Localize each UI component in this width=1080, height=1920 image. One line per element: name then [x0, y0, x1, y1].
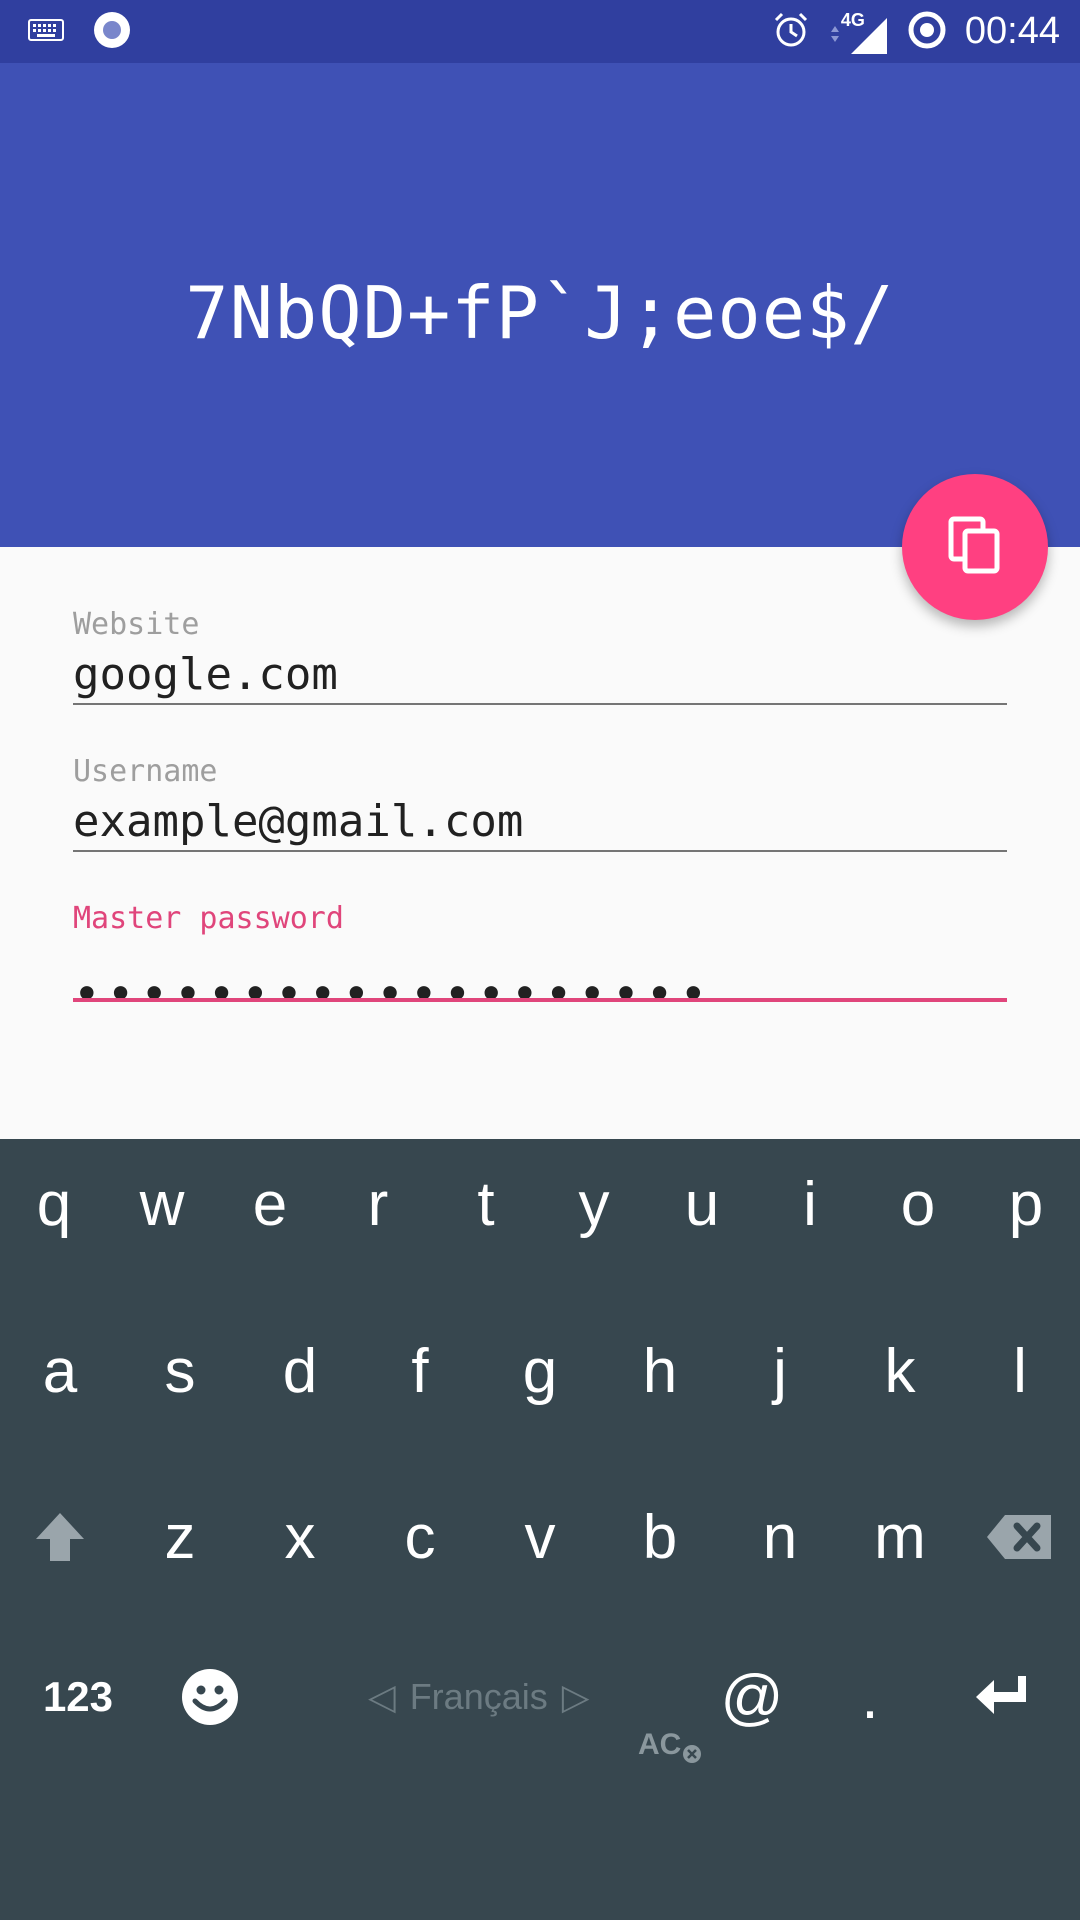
master-password-field[interactable]: Master password •••••••••••••••••••: [73, 901, 1007, 1051]
key-j[interactable]: j: [726, 1306, 834, 1436]
key-e[interactable]: e: [216, 1139, 324, 1269]
key-a[interactable]: a: [6, 1306, 114, 1436]
spacebar-key[interactable]: ◁ Français ▷: [368, 1632, 589, 1762]
key-i[interactable]: i: [756, 1139, 864, 1269]
soft-keyboard: q w e r t y u i o p a s d f g h j k l z …: [0, 1139, 1080, 1920]
copy-icon: [947, 515, 1003, 579]
generated-password: 7NbQD+fP`J;eoe$/: [185, 271, 895, 355]
website-value[interactable]: google.com: [73, 649, 338, 700]
master-password-label: Master password: [73, 901, 344, 936]
emoji-icon: [182, 1669, 238, 1725]
shift-key[interactable]: [6, 1472, 114, 1602]
keyboard-row-1: q w e r t y u i o p: [0, 1139, 1080, 1269]
backspace-key[interactable]: [966, 1472, 1074, 1602]
record-icon: [92, 10, 132, 54]
key-d[interactable]: d: [246, 1306, 354, 1436]
key-h[interactable]: h: [606, 1306, 714, 1436]
language-label: Français: [409, 1676, 548, 1717]
key-v[interactable]: v: [486, 1472, 594, 1602]
key-w[interactable]: w: [108, 1139, 216, 1269]
username-value[interactable]: example@gmail.com: [73, 796, 523, 847]
key-y[interactable]: y: [540, 1139, 648, 1269]
username-field[interactable]: Username example@gmail.com: [73, 754, 1007, 904]
key-m[interactable]: m: [846, 1472, 954, 1602]
alarm-icon: [771, 10, 811, 54]
key-g[interactable]: g: [486, 1306, 594, 1436]
keyboard-row-3: z x c v b n m: [0, 1472, 1080, 1602]
keyboard-icon: [28, 18, 64, 45]
autocorrect-label: AC: [638, 1728, 682, 1761]
key-q[interactable]: q: [0, 1139, 108, 1269]
previous-language-icon: ◁: [368, 1676, 396, 1717]
key-z[interactable]: z: [126, 1472, 234, 1602]
signal-icon: 4G: [829, 8, 889, 56]
website-underline: [73, 703, 1007, 705]
website-field[interactable]: Website google.com: [73, 607, 1007, 757]
key-o[interactable]: o: [864, 1139, 972, 1269]
username-label: Username: [73, 754, 218, 789]
key-c[interactable]: c: [366, 1472, 474, 1602]
status-bar: 4G 00:44: [0, 0, 1080, 63]
key-k[interactable]: k: [846, 1306, 954, 1436]
keyboard-row-2: a s d f g h j k l: [0, 1306, 1080, 1436]
key-u[interactable]: u: [648, 1139, 756, 1269]
backspace-icon: [987, 1515, 1051, 1559]
at-key[interactable]: @: [698, 1632, 806, 1762]
master-password-underline: [73, 998, 1007, 1002]
numbers-key[interactable]: 123: [24, 1632, 132, 1762]
period-key[interactable]: .: [816, 1632, 924, 1762]
autocorrect-indicator: AC: [638, 1728, 702, 1764]
key-r[interactable]: r: [324, 1139, 432, 1269]
key-l[interactable]: l: [966, 1306, 1074, 1436]
key-t[interactable]: t: [432, 1139, 540, 1269]
website-label: Website: [73, 607, 200, 642]
key-n[interactable]: n: [726, 1472, 834, 1602]
enter-key[interactable]: [948, 1632, 1056, 1762]
emoji-key[interactable]: [156, 1632, 264, 1762]
key-f[interactable]: f: [366, 1306, 474, 1436]
key-b[interactable]: b: [606, 1472, 714, 1602]
copy-button[interactable]: [902, 474, 1048, 620]
sync-icon: [907, 10, 947, 54]
username-underline: [73, 850, 1007, 852]
enter-icon: [976, 1676, 1026, 1714]
clock: 00:44: [964, 10, 1060, 52]
shift-icon: [36, 1513, 84, 1561]
next-language-icon: ▷: [561, 1676, 590, 1717]
key-p[interactable]: p: [972, 1139, 1080, 1269]
key-s[interactable]: s: [126, 1306, 234, 1436]
keyboard-row-4: 123 ◁ Français ▷ AC @ .: [0, 1632, 1080, 1764]
master-password-value[interactable]: •••••••••••••••••••: [73, 967, 713, 1021]
app-header: 7NbQD+fP`J;eoe$/: [0, 63, 1080, 547]
key-x[interactable]: x: [246, 1472, 354, 1602]
